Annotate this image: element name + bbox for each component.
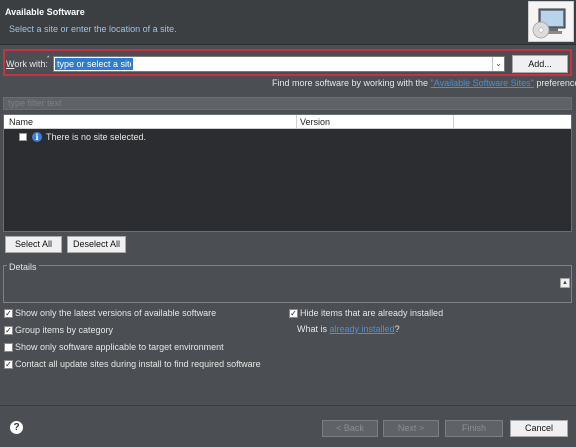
column-header-version[interactable]: Version <box>300 117 330 127</box>
finish-button[interactable]: Finish <box>445 420 503 437</box>
row-checkbox[interactable] <box>19 133 27 141</box>
chevron-down-icon[interactable]: ⌄ <box>492 57 504 71</box>
available-software-sites-link[interactable]: "Available Software Sites" <box>431 78 534 88</box>
what-is-installed-text: What is already installed? <box>297 324 400 334</box>
latest-versions-checkbox[interactable]: ✓ <box>4 309 13 318</box>
latest-versions-label: Show only the latest versions of availab… <box>15 308 217 318</box>
footer-divider <box>0 405 576 406</box>
column-divider[interactable] <box>453 115 454 129</box>
select-all-button[interactable]: Select All <box>5 236 62 253</box>
column-divider[interactable] <box>296 115 297 129</box>
next-button[interactable]: Next > <box>383 420 439 437</box>
page-title: Available Software <box>5 7 85 17</box>
help-icon[interactable]: ? <box>10 421 23 434</box>
back-button[interactable]: < Back <box>322 420 378 437</box>
contact-update-sites-checkbox[interactable]: ✓ <box>4 360 13 369</box>
details-group <box>3 265 572 303</box>
table-header: Name Version <box>4 115 571 129</box>
work-with-combo[interactable]: ⌄ <box>53 56 505 72</box>
filter-input[interactable]: type filter text <box>3 97 572 110</box>
required-marker: * <box>47 56 50 62</box>
already-installed-link[interactable]: already installed <box>330 324 395 334</box>
hide-installed-label: Hide items that are already installed <box>300 308 444 318</box>
column-header-name[interactable]: Name <box>9 117 33 127</box>
group-by-category-label: Group items by category <box>15 325 114 335</box>
work-with-input[interactable] <box>55 58 133 70</box>
wizard-header <box>0 0 576 44</box>
contact-update-sites-label: Contact all update sites during install … <box>15 359 261 369</box>
group-by-category-checkbox[interactable]: ✓ <box>4 326 13 335</box>
add-site-button[interactable]: Add... <box>512 55 568 73</box>
target-env-checkbox[interactable] <box>4 343 13 352</box>
header-divider <box>0 44 576 45</box>
hide-installed-checkbox[interactable]: ✓ <box>289 309 298 318</box>
cancel-button[interactable]: Cancel <box>510 420 568 437</box>
find-more-text: Find more software by working with the "… <box>272 78 576 88</box>
deselect-all-button[interactable]: Deselect All <box>67 236 126 253</box>
filter-placeholder: type filter text <box>8 98 62 108</box>
scroll-up-icon[interactable]: ▲ <box>560 278 570 288</box>
empty-table-message: There is no site selected. <box>46 132 147 142</box>
info-icon: i <box>32 132 42 142</box>
details-label: Details <box>7 262 39 272</box>
target-env-label: Show only software applicable to target … <box>15 342 224 352</box>
page-description: Select a site or enter the location of a… <box>9 24 177 34</box>
monitor-cd-icon <box>532 8 566 39</box>
install-banner-icon <box>528 1 574 42</box>
work-with-label: Work with: <box>6 59 48 69</box>
